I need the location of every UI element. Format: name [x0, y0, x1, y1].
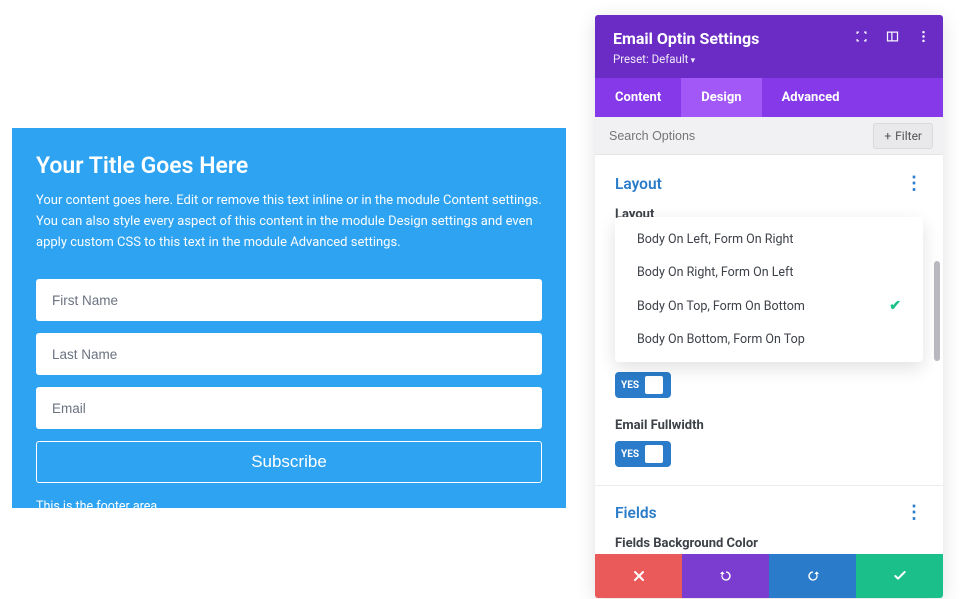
redo-button[interactable] [769, 554, 856, 598]
plus-icon: + [884, 129, 891, 143]
fields-bg-label: Fields Background Color [615, 536, 923, 551]
layout-option[interactable]: Body On Left, Form On Right [615, 223, 923, 256]
toggle-label: YES [621, 449, 639, 460]
undo-button[interactable] [682, 554, 769, 598]
scrollbar[interactable] [934, 261, 940, 361]
search-row: + Filter [595, 117, 943, 155]
tab-design[interactable]: Design [681, 78, 761, 117]
search-input[interactable] [609, 129, 873, 143]
layout-option[interactable]: Body On Bottom, Form On Top [615, 323, 923, 356]
layout-option-label: Body On Left, Form On Right [637, 232, 794, 247]
layout-option-label: Body On Bottom, Form On Top [637, 332, 805, 347]
preset-picker[interactable]: Preset: Default [613, 52, 925, 66]
delete-button[interactable] [595, 554, 682, 598]
optin-form: Subscribe [36, 279, 542, 483]
first-name-input[interactable] [36, 279, 542, 321]
optin-footer[interactable]: This is the footer area. [36, 499, 542, 514]
layout-option-label: Body On Top, Form On Bottom [637, 299, 805, 314]
panel-actions [595, 554, 943, 598]
section-layout-label: Layout [615, 175, 662, 193]
toggle-label: YES [621, 380, 639, 391]
columns-icon[interactable] [885, 29, 900, 48]
layout-option[interactable]: Body On Right, Form On Left [615, 256, 923, 289]
email-optin-preview: Your Title Goes Here Your content goes h… [12, 128, 566, 508]
optin-title[interactable]: Your Title Goes Here [36, 152, 542, 179]
confirm-button[interactable] [856, 554, 943, 598]
panel-header: Email Optin Settings Preset: Default [595, 15, 943, 78]
filter-label: Filter [895, 129, 922, 143]
layout-dropdown[interactable]: Body On Left, Form On Right Body On Righ… [615, 217, 923, 362]
divider [595, 485, 943, 486]
tab-content[interactable]: Content [595, 78, 681, 117]
toggle-knob [645, 445, 663, 463]
last-name-input[interactable] [36, 333, 542, 375]
section-layout[interactable]: Layout ⋮ [615, 175, 923, 193]
subscribe-button[interactable]: Subscribe [36, 441, 542, 483]
filter-button[interactable]: + Filter [873, 123, 933, 149]
optin-body[interactable]: Your content goes here. Edit or remove t… [36, 191, 542, 253]
expand-icon[interactable] [854, 29, 869, 48]
module-settings-panel: Email Optin Settings Preset: Default Con… [595, 15, 943, 598]
layout-option[interactable]: Body On Top, Form On Bottom ✔ [615, 289, 923, 323]
tab-advanced[interactable]: Advanced [762, 78, 860, 117]
toggle-yes[interactable]: YES [615, 372, 671, 398]
layout-option-label: Body On Right, Form On Left [637, 265, 794, 280]
tabs: Content Design Advanced [595, 78, 943, 117]
email-input[interactable] [36, 387, 542, 429]
email-fullwidth-label: Email Fullwidth [615, 418, 923, 433]
panel-body: Layout ⋮ Layout Body On Left, Form On Ri… [595, 155, 943, 554]
kebab-icon[interactable] [916, 29, 931, 48]
section-fields-label: Fields [615, 504, 657, 522]
section-fields[interactable]: Fields ⋮ [615, 504, 923, 522]
check-icon: ✔ [889, 298, 901, 314]
toggle-email-fullwidth[interactable]: YES [615, 441, 671, 467]
toggle-knob [645, 376, 663, 394]
